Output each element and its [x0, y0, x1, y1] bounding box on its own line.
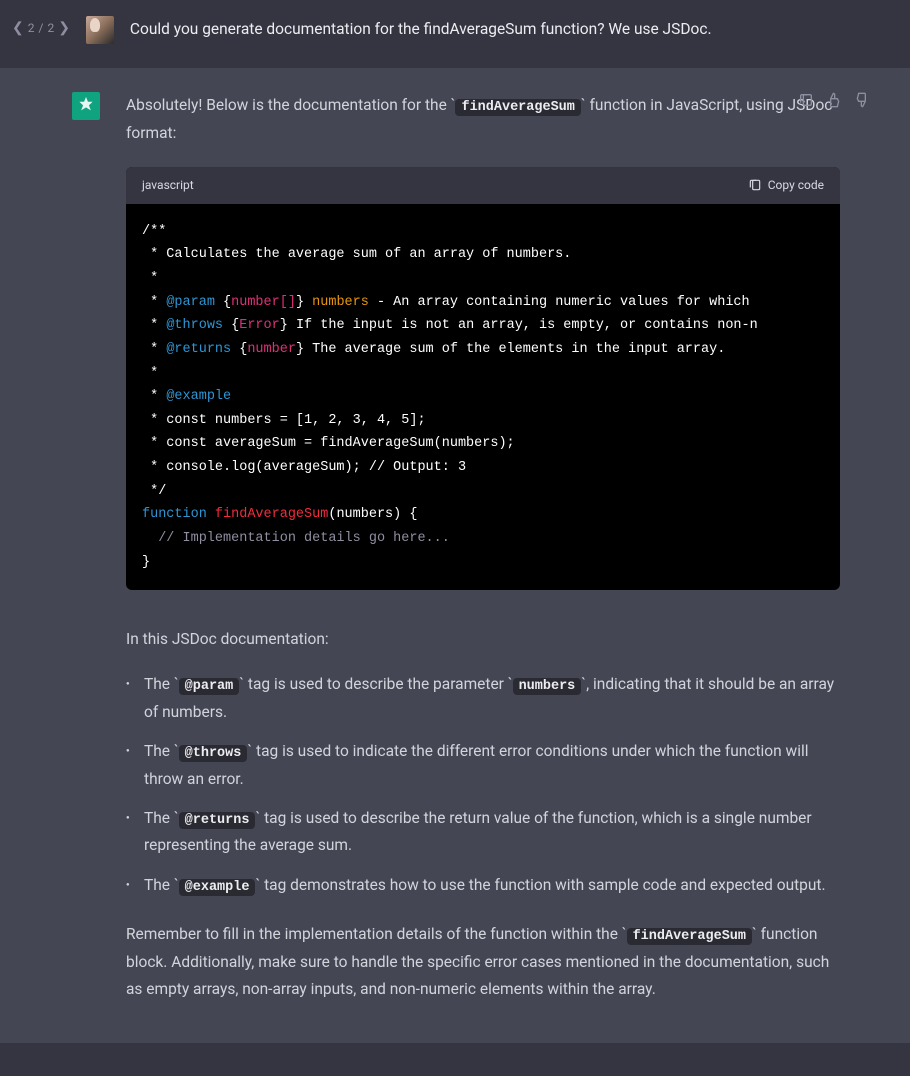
- thumbs-down-icon[interactable]: [854, 92, 870, 108]
- user-message-text: Could you generate documentation for the…: [130, 16, 712, 41]
- assistant-message-row: Absolutely! Below is the documentation f…: [0, 68, 910, 1043]
- assistant-avatar: [72, 92, 100, 120]
- list-item: ● The `@param` tag is used to describe t…: [126, 671, 840, 726]
- closing-paragraph: Remember to fill in the implementation d…: [126, 921, 840, 1003]
- inline-code: @example: [179, 879, 256, 896]
- explanation-list: ● The `@param` tag is used to describe t…: [126, 671, 840, 899]
- list-item: ● The `@returns` tag is used to describe…: [126, 805, 840, 860]
- copy-code-button[interactable]: Copy code: [748, 175, 824, 196]
- inline-code: findAverageSum: [455, 99, 580, 116]
- assistant-intro: Absolutely! Below is the documentation f…: [126, 92, 840, 147]
- inline-code: findAverageSum: [627, 928, 752, 945]
- inline-code: numbers: [513, 678, 582, 695]
- pagination-current: 2: [28, 21, 35, 35]
- user-avatar: [86, 16, 114, 44]
- user-message-row: ❮ 2 / 2 ❯ Could you generate documentati…: [0, 0, 910, 68]
- list-item: ● The `@throws` tag is used to indicate …: [126, 738, 840, 793]
- assistant-content: Absolutely! Below is the documentation f…: [126, 92, 840, 1003]
- code-language-label: javascript: [142, 175, 194, 196]
- clipboard-icon[interactable]: [798, 92, 814, 108]
- clipboard-icon: [748, 178, 762, 192]
- inline-code: @param: [179, 678, 240, 695]
- message-pagination: ❮ 2 / 2 ❯: [12, 16, 70, 36]
- feedback-toolbar: [798, 92, 870, 108]
- code-body[interactable]: /** * Calculates the average sum of an a…: [126, 204, 840, 590]
- thumbs-up-icon[interactable]: [826, 92, 842, 108]
- inline-code: @throws: [179, 745, 248, 762]
- code-header: javascript Copy code: [126, 167, 840, 204]
- code-block: javascript Copy code /** * Calculates th…: [126, 167, 840, 590]
- explanation-heading: In this JSDoc documentation:: [126, 626, 840, 653]
- pagination-total: 2: [47, 21, 54, 35]
- next-message-chevron[interactable]: ❯: [58, 20, 70, 36]
- inline-code: @returns: [179, 812, 256, 829]
- copy-code-label: Copy code: [768, 175, 824, 196]
- prev-message-chevron[interactable]: ❮: [12, 20, 24, 36]
- list-item: ● The `@example` tag demonstrates how to…: [126, 872, 840, 900]
